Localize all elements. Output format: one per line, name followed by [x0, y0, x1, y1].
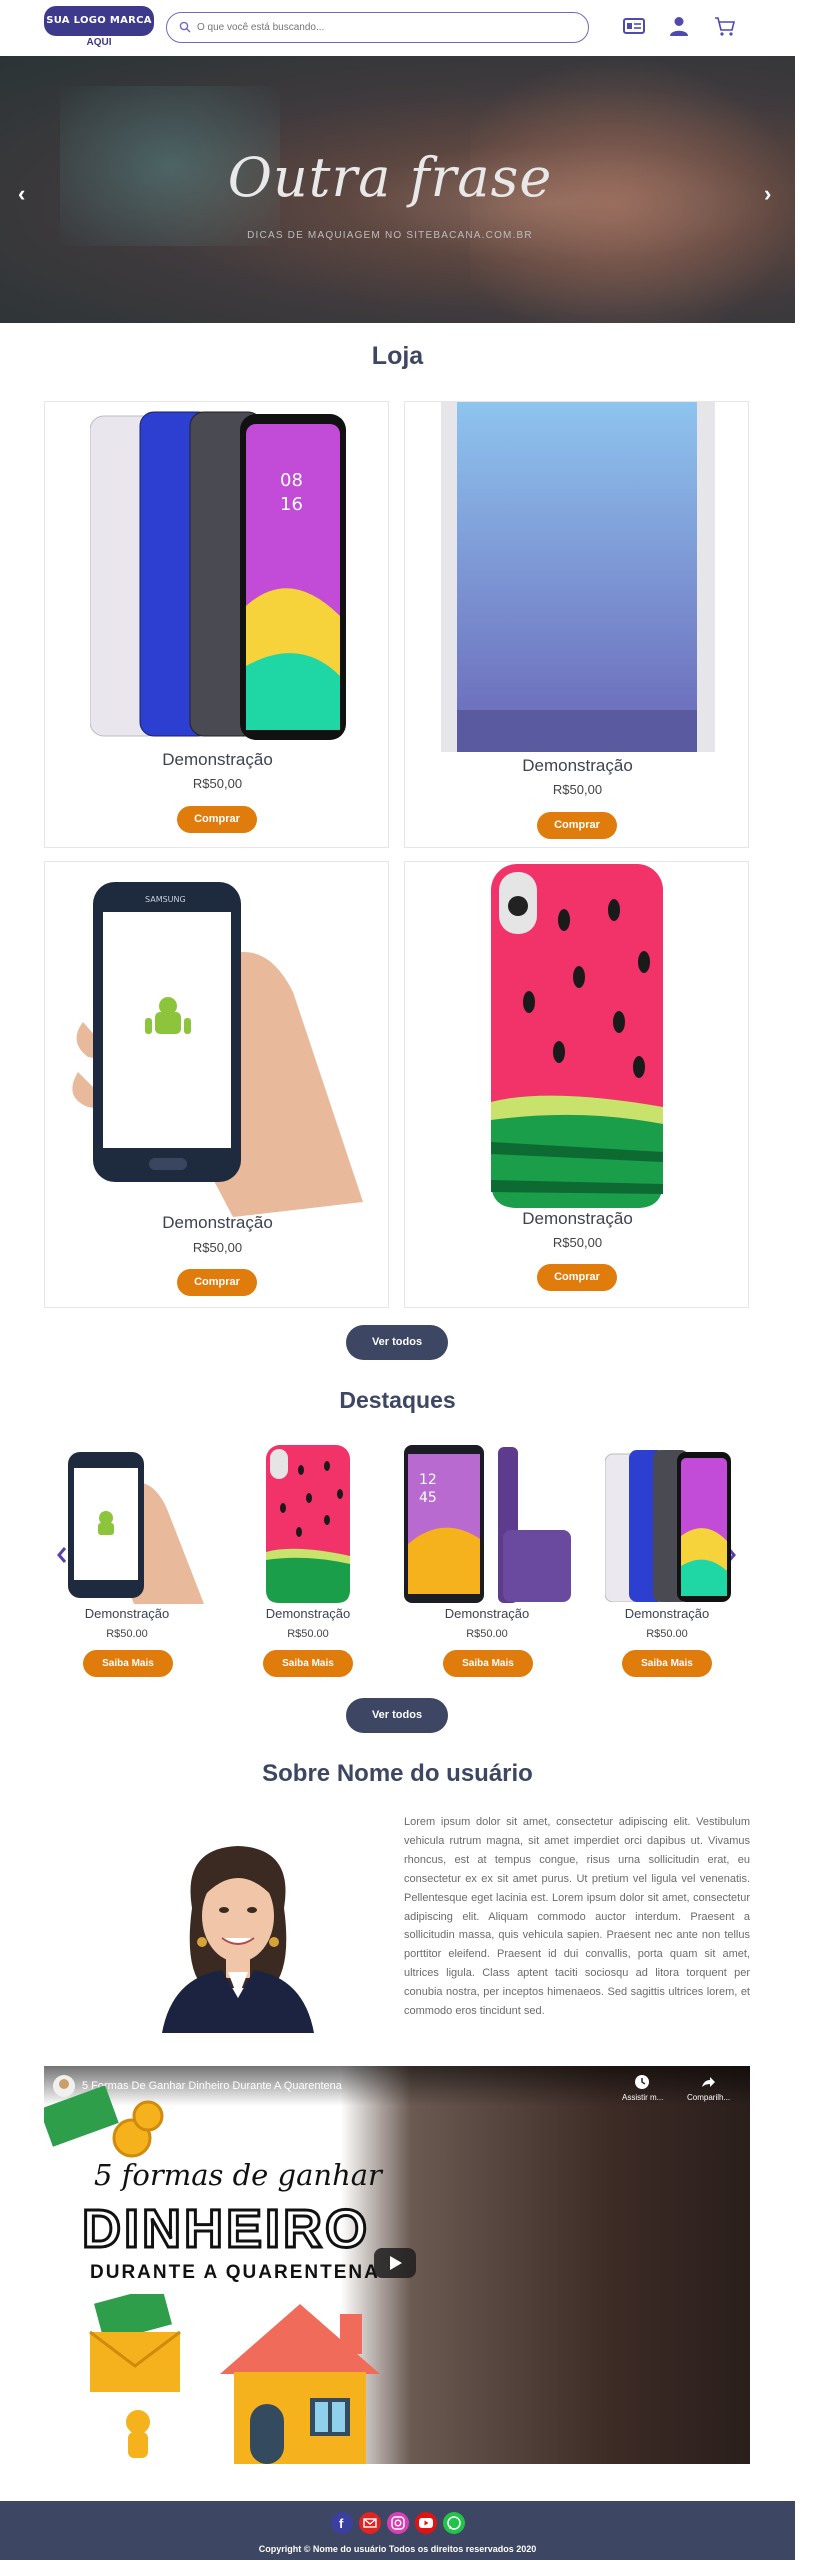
svg-text:16: 16: [280, 494, 303, 515]
product-image-watermelon-case: [491, 864, 663, 1208]
featured-image-phones: [605, 1450, 731, 1602]
id-card-icon[interactable]: [622, 14, 646, 38]
user-icon[interactable]: [667, 14, 691, 38]
product-name: Demonstração: [162, 1213, 273, 1232]
youtube-icon[interactable]: [415, 2512, 437, 2534]
whatsapp-icon[interactable]: [443, 2512, 465, 2534]
shop-view-all-button[interactable]: Ver todos: [346, 1325, 448, 1360]
learn-more-button[interactable]: Saiba Mais: [622, 1650, 712, 1677]
product-card[interactable]: 08 16 Demonstração R$50,00 Comprar: [44, 401, 389, 848]
about-text: Lorem ipsum dolor sit amet, consectetur …: [404, 1816, 750, 2018]
buy-button[interactable]: Comprar: [537, 812, 617, 839]
watch-later-icon[interactable]: [634, 2074, 650, 2090]
featured-image-watermelon-case: [266, 1445, 350, 1603]
slider-next-arrow[interactable]: ›: [764, 181, 771, 207]
search-input[interactable]: [197, 18, 577, 36]
featured-item-name: Demonstração: [624, 1606, 710, 1621]
featured-item-name: Demonstração: [265, 1606, 351, 1621]
logo-text: SUA LOGO MARCA: [46, 15, 152, 26]
user-avatar-illustration: [162, 1846, 314, 2033]
product-image-phones: 08 16: [90, 411, 346, 740]
featured-heading: Destaques: [339, 1387, 456, 1413]
featured-item-price: R$50.00: [646, 1628, 688, 1640]
shop-heading: Loja: [371, 342, 424, 370]
envelope-money-illustration: [89, 2294, 181, 2458]
thumbnail-text-line3: DURANTE A QUARENTENA: [90, 2262, 380, 2283]
product-image-phone-blue: [441, 402, 715, 752]
product-name: Demonstração: [522, 1209, 633, 1228]
svg-text:f: f: [339, 2516, 344, 2531]
product-price: R$50,00: [552, 782, 603, 797]
product-card[interactable]: Demonstração R$50,00 Comprar: [404, 861, 749, 1308]
featured-item-price: R$50.00: [466, 1628, 508, 1640]
search-icon: [179, 21, 191, 33]
slider-prev-arrow[interactable]: ‹: [18, 181, 25, 207]
share-label[interactable]: Comparilh...: [687, 2093, 730, 2102]
thumbnail-text-line2: DINHEIRO: [80, 2198, 371, 2261]
video-play-button[interactable]: [374, 2248, 416, 2278]
svg-text:08: 08: [280, 470, 303, 491]
buy-button[interactable]: Comprar: [177, 1269, 257, 1296]
featured-item-price: R$50.00: [106, 1628, 148, 1640]
learn-more-button[interactable]: Saiba Mais: [83, 1650, 173, 1677]
product-card[interactable]: SAMSUNG Demonstração R$50,00 Comprar: [44, 861, 389, 1308]
about-heading: Sobre Nome do usuário: [262, 1760, 533, 1787]
featured-image-android-phone: [68, 1452, 204, 1604]
featured-item-price: R$50.00: [287, 1628, 329, 1640]
search-bar[interactable]: [166, 12, 589, 43]
featured-image-purple-phone: 12 45: [404, 1445, 571, 1603]
hero-slider: Outra frase DICAS DE MAQUIAGEM NO SITEBA…: [0, 56, 795, 323]
learn-more-button[interactable]: Saiba Mais: [443, 1650, 533, 1677]
svg-text:45: 45: [419, 1490, 437, 1506]
share-icon[interactable]: [700, 2074, 716, 2090]
play-icon: [390, 2256, 402, 2270]
hero-title: Outra frase: [227, 146, 553, 209]
product-image-android-phone: SAMSUNG: [72, 882, 363, 1217]
product-name: Demonstração: [522, 756, 633, 775]
facebook-icon[interactable]: f: [331, 2512, 353, 2534]
product-price: R$50,00: [552, 1235, 603, 1250]
youtube-video-embed[interactable]: 5 Formas De Ganhar Dinheiro Durante A Qu…: [44, 2066, 750, 2464]
buy-button[interactable]: Comprar: [537, 1264, 617, 1291]
learn-more-button[interactable]: Saiba Mais: [263, 1650, 353, 1677]
logo-subtext: AQUI: [86, 37, 112, 48]
watch-later-label[interactable]: Assistir m...: [622, 2093, 663, 2102]
hero-subtitle: DICAS DE MAQUIAGEM NO SITEBACANA.COM.BR: [247, 230, 533, 241]
buy-button[interactable]: Comprar: [177, 806, 257, 833]
featured-view-all-button[interactable]: Ver todos: [346, 1698, 448, 1733]
email-icon[interactable]: [359, 2512, 381, 2534]
product-name: Demonstração: [162, 750, 273, 769]
svg-text:12: 12: [419, 1472, 437, 1488]
svg-text:SAMSUNG: SAMSUNG: [145, 895, 186, 904]
product-price: R$50,00: [192, 776, 243, 791]
featured-item-name: Demonstração: [84, 1606, 170, 1621]
instagram-icon[interactable]: [387, 2512, 409, 2534]
product-price: R$50,00: [192, 1240, 243, 1255]
site-footer: f Copyright © Nome do usuário Todos os d…: [0, 2501, 795, 2560]
thumbnail-text-line1: 5 formas de ganhar: [94, 2158, 382, 2192]
cart-icon[interactable]: [713, 14, 737, 38]
product-card[interactable]: Demonstração R$50,00 Comprar: [404, 401, 749, 848]
site-header: SUA LOGO MARCA AQUI: [0, 0, 795, 56]
featured-item-name: Demonstração: [444, 1606, 530, 1621]
copyright-text: Copyright © Nome do usuário Todos os dir…: [258, 2544, 537, 2554]
house-illustration: [220, 2304, 380, 2464]
site-logo[interactable]: SUA LOGO MARCA: [44, 6, 154, 36]
